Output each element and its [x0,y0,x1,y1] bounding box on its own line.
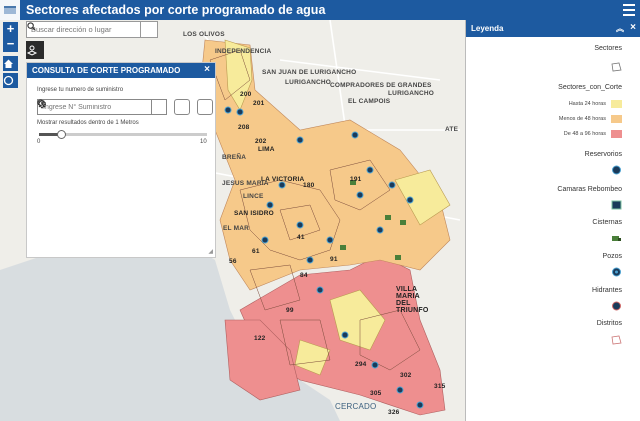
legend-cisternas: Cisternas [592,219,622,226]
location-pin-icon [38,100,46,109]
sector-number: 200 [240,91,252,98]
legend-item-24h: Hasta 24 horas [569,100,622,108]
locate-icon [3,75,14,86]
legend-distritos: Distritos [596,320,622,327]
sector-number: 208 [238,124,250,131]
home-button[interactable] [3,56,18,71]
map-view[interactable]: LOS OLIVOS INDEPENDENCIA SAN JUAN DE LUR… [0,20,465,421]
sector-outline-icon [611,62,622,72]
legend-sectores-title: Sectores [594,45,622,52]
locate-button[interactable] [3,73,18,88]
search-icon [27,22,36,31]
sector-number: 61 [252,248,260,255]
district-label: LURIGANCHO [285,79,332,86]
sector-number: 191 [350,176,362,183]
layers-icon [26,45,38,56]
zoom-out-button[interactable]: − [3,37,18,52]
legend-hidrantes: Hidrantes [592,287,622,294]
location-pin-button[interactable] [38,99,213,115]
swatch-24h [611,100,622,108]
resize-handle[interactable]: ◢ [208,248,213,255]
sector-number: 201 [253,100,265,107]
legend-label: Hasta 24 horas [568,101,606,107]
suministro-input[interactable] [38,100,151,114]
district-label: LIMA [258,146,275,153]
slider-handle[interactable] [57,130,66,139]
sector-number: 122 [254,335,266,342]
zoom-control: + − [3,22,18,52]
swatch-48h [611,115,622,123]
ingrese-label: Ingrese tu numero de suministro [37,87,124,93]
legend-corte-title: Sectores_con_Corte [558,84,622,91]
district-label: EL CAMPOIS [348,98,391,105]
home-icon [4,59,13,68]
district-label: VILLA MARIA DEL TRIUNFO [396,286,429,314]
legend-camaras: Camaras Rebombeo [557,186,622,193]
legend-item-96h: De 48 a 96 horas [564,130,622,138]
legend-panel: Leyenda ︽ × Sectores Sectores_con_Corte … [465,20,640,421]
app-header: Sectores afectados por corte programado … [0,0,640,20]
sector-number: 302 [400,372,412,379]
results-label: Mostrar resultados dentro de 1 Metros [37,120,139,126]
sector-number: 99 [286,307,294,314]
district-label: LURIGANCHO [388,90,435,97]
district-label: SAN ISIDRO [234,210,274,217]
district-label: EL MAR [223,225,249,232]
panel-title: CONSULTA DE CORTE PROGRAMADO [32,66,181,75]
sector-number: 326 [388,409,400,416]
search-box [26,21,158,38]
district-label: JESUS MARIA [222,180,269,187]
reservoir-icon [612,165,621,175]
slider-max-label: 10 [200,139,207,145]
suministro-search-button[interactable] [37,99,166,114]
sector-number: 91 [330,256,338,263]
sector-number: 56 [229,258,237,265]
legend-label: Menos de 48 horas [558,116,606,122]
sector-number: 41 [297,234,305,241]
cistern-truck-icon [612,236,621,241]
sector-number: 315 [434,383,446,390]
sector-number: 84 [300,272,308,279]
collapse-icon[interactable]: ︽ [616,23,624,34]
crosshair-button[interactable] [38,99,190,115]
legend-reservorios: Reservorios [584,151,622,158]
district-label: SAN JUAN DE LURIGANCHO [262,69,357,76]
sector-number: 294 [355,361,367,368]
district-label: CERCADO [335,402,377,411]
district-label: COMPRADORES DE GRANDES [330,82,432,89]
app-logo [0,0,20,20]
district-label: INDEPENDENCIA [215,48,272,55]
well-icon [612,267,621,277]
swatch-96h [611,130,622,138]
zoom-in-button[interactable]: + [3,22,18,37]
search-input[interactable] [27,22,140,37]
basemap-button[interactable] [26,41,44,59]
legend-header: Leyenda ︽ × [466,20,640,37]
close-icon[interactable]: × [204,64,210,75]
suministro-row [37,99,213,115]
hydrant-icon [612,301,621,311]
panel-header: CONSULTA DE CORTE PROGRAMADO × [27,63,215,78]
close-icon[interactable]: × [630,22,636,33]
legend-title: Leyenda [471,24,504,33]
legend-pozos: Pozos [602,253,622,260]
legend-label: De 48 a 96 horas [563,131,606,137]
district-label: BREÑA [222,154,247,161]
district-label: LINCE [243,193,264,200]
sector-number: 202 [255,138,267,145]
district-label: ATE [445,126,459,133]
legend-item-48h: Menos de 48 horas [559,115,622,123]
consulta-panel: CONSULTA DE CORTE PROGRAMADO × Ingrese t… [26,62,216,258]
distance-slider[interactable] [39,130,207,139]
pump-station-icon [611,200,622,210]
app-title: Sectores afectados por corte programado … [26,3,326,17]
suministro-box [37,99,167,115]
slider-min-label: 0 [37,139,41,145]
menu-icon[interactable] [620,1,638,19]
sector-number: 180 [303,182,315,189]
district-outline-icon [611,335,622,345]
district-label: LOS OLIVOS [183,31,225,38]
search-button[interactable] [27,22,157,37]
sector-number: 305 [370,390,382,397]
